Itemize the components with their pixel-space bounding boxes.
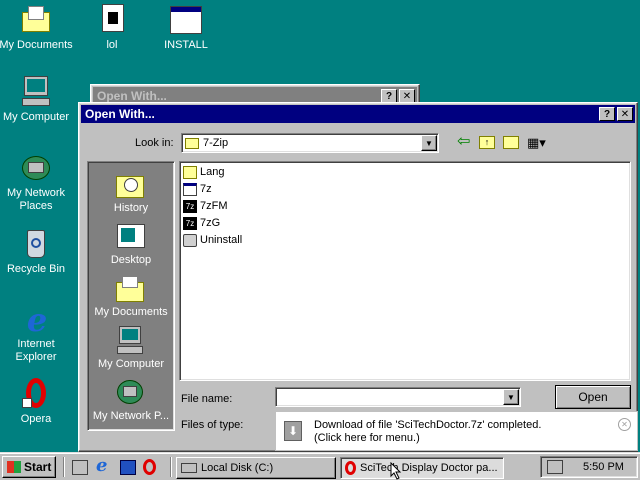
start-button[interactable]: Start xyxy=(2,456,56,478)
look-in-dropdown[interactable]: 7-Zip ▼ xyxy=(181,133,439,153)
look-in-label: Look in: xyxy=(135,137,174,149)
my-documents-icon xyxy=(116,274,146,304)
list-item[interactable]: 7z xyxy=(183,181,212,197)
up-folder-icon[interactable]: ↑ xyxy=(479,136,495,149)
taskbar: Start e Local Disk (C:) SciTech Display … xyxy=(0,452,640,480)
download-notification[interactable]: ⬇ Download of file 'SciTechDoctor.7z' co… xyxy=(275,411,638,451)
place-my-documents[interactable]: My Documents xyxy=(88,274,174,318)
internet-explorer-icon[interactable]: e xyxy=(96,456,112,476)
taskbar-separator xyxy=(170,457,172,477)
desktop-icon-install[interactable]: INSTALL xyxy=(148,4,224,52)
desktop-icon-my-computer[interactable]: My Computer xyxy=(0,76,74,124)
windows-logo-icon xyxy=(7,461,21,473)
close-button[interactable]: ✕ xyxy=(399,89,415,103)
7z-icon: 7z xyxy=(183,199,197,213)
internet-explorer-icon: e xyxy=(26,301,48,339)
file-name-input[interactable]: ▼ xyxy=(275,387,521,407)
dialog-titlebar[interactable]: Open With... ? ✕ xyxy=(81,105,635,123)
close-button[interactable]: ✕ xyxy=(617,107,633,121)
system-tray: 5:50 PM xyxy=(540,456,638,478)
display-settings-icon[interactable] xyxy=(547,460,563,474)
view-menu-icon[interactable]: ▦▾ xyxy=(527,135,551,151)
notification-line2: (Click here for menu.) xyxy=(314,432,420,444)
list-item[interactable]: Uninstall xyxy=(183,232,242,248)
opera-icon xyxy=(345,461,356,475)
my-computer-icon xyxy=(20,76,52,108)
window-icon xyxy=(170,4,202,36)
chevron-down-icon[interactable]: ▼ xyxy=(421,135,437,151)
help-button[interactable]: ? xyxy=(599,107,615,121)
look-in-value: 7-Zip xyxy=(203,137,229,149)
place-desktop[interactable]: Desktop xyxy=(88,222,174,266)
back-icon[interactable]: ⇦ xyxy=(457,133,473,151)
notification-line1: Download of file 'SciTechDoctor.7z' comp… xyxy=(314,419,542,431)
place-my-computer[interactable]: My Computer xyxy=(88,326,174,370)
my-computer-icon xyxy=(116,326,146,356)
mouse-cursor-icon xyxy=(390,462,402,480)
list-item[interactable]: 7z 7zFM xyxy=(183,198,228,214)
recycle-bin-icon xyxy=(20,228,52,260)
quicklaunch-separator xyxy=(63,457,65,477)
chevron-down-icon[interactable]: ▼ xyxy=(503,389,519,405)
uninstall-icon xyxy=(183,233,197,247)
desktop-icon-opera[interactable]: ↗ Opera xyxy=(0,378,74,426)
task-local-disk[interactable]: Local Disk (C:) xyxy=(176,457,336,479)
opera-icon: ↗ xyxy=(20,378,52,410)
place-history[interactable]: History xyxy=(88,170,174,214)
list-item[interactable]: Lang xyxy=(183,164,224,180)
channels-icon[interactable] xyxy=(120,460,136,475)
desktop-icon-internet-explorer[interactable]: e Internet Explorer xyxy=(0,303,74,364)
my-documents-icon xyxy=(20,4,52,36)
file-list[interactable]: Lang 7z 7z 7zFM 7z 7zG Uninstall xyxy=(179,161,631,381)
open-with-dialog: Open With... ? ✕ Look in: 7-Zip ▼ ⇦ ↑ ▦▾… xyxy=(78,102,638,452)
desktop-icon-lol[interactable]: lol xyxy=(74,4,150,52)
place-my-network[interactable]: My Network P... xyxy=(88,378,174,422)
close-icon[interactable]: ✕ xyxy=(618,418,631,431)
clock[interactable]: 5:50 PM xyxy=(583,461,624,473)
open-button[interactable]: Open xyxy=(555,385,631,409)
app-icon xyxy=(183,182,197,196)
network-icon xyxy=(116,378,146,408)
network-icon xyxy=(20,152,52,184)
help-button[interactable]: ? xyxy=(381,89,397,103)
file-name-label: File name: xyxy=(181,393,233,405)
drive-icon xyxy=(181,463,197,473)
desktop-icon-my-documents[interactable]: My Documents xyxy=(0,4,74,52)
dialog-title: Open With... xyxy=(85,107,155,121)
list-item[interactable]: 7z 7zG xyxy=(183,215,220,231)
task-scitech[interactable]: SciTech Display Doctor pa... xyxy=(340,457,504,479)
desktop-icon-network[interactable]: My Network Places xyxy=(0,152,74,213)
files-of-type-label: Files of type: xyxy=(181,419,244,431)
history-icon xyxy=(116,170,146,200)
folder-icon xyxy=(185,137,199,149)
places-bar: History Desktop My Documents My Computer xyxy=(87,161,175,431)
desktop-icon xyxy=(116,222,146,252)
folder-icon xyxy=(183,165,197,179)
new-folder-icon[interactable] xyxy=(503,136,519,149)
document-icon xyxy=(96,4,128,36)
show-desktop-icon[interactable] xyxy=(72,460,88,475)
download-icon: ⬇ xyxy=(284,421,302,441)
7z-icon: 7z xyxy=(183,216,197,230)
desktop-icon-recycle-bin[interactable]: Recycle Bin xyxy=(0,228,74,276)
opera-icon[interactable] xyxy=(143,459,156,475)
